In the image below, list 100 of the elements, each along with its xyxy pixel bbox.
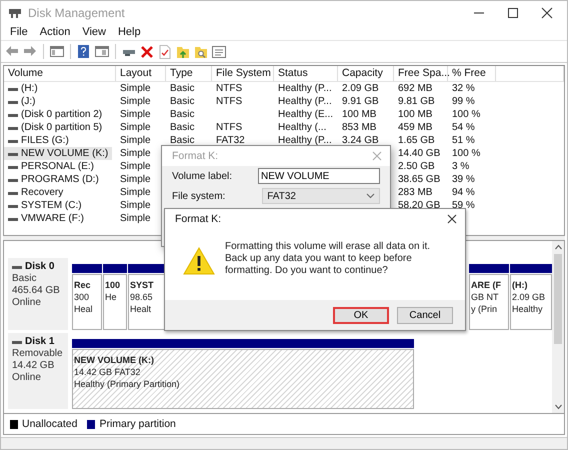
table-cell: 100 %: [452, 108, 480, 121]
partition-label: 14.42 GB FAT32: [74, 366, 140, 378]
table-cell: 54 %: [452, 121, 475, 134]
table-cell: 38.65 GB: [398, 173, 440, 186]
partition-label: y (Prin: [471, 303, 498, 315]
table-cell: 283 MB: [398, 186, 432, 199]
table-cell: 14.40 GB: [398, 147, 440, 160]
volume-name: VMWARE (F:): [21, 212, 84, 225]
table-cell: NTFS: [216, 82, 242, 95]
table-cell: Healthy (P...: [278, 95, 332, 108]
partition-label: Rec: [74, 279, 91, 291]
scrollbar[interactable]: [552, 241, 564, 413]
table-cell: 459 MB: [398, 121, 432, 134]
table-cell: Simple: [120, 134, 151, 147]
column-header[interactable]: File System: [212, 66, 274, 82]
close-icon[interactable]: [447, 214, 457, 224]
field-label: Volume label:: [172, 170, 234, 182]
window-pane-icon[interactable]: [94, 44, 110, 60]
disk-info-panel[interactable]: Disk 1 Removable 14.42 GB Online: [8, 333, 68, 409]
volume-name: PERSONAL (E:): [21, 160, 94, 173]
dialog-button[interactable]: Cancel: [397, 306, 453, 324]
table-cell: Simple: [120, 186, 151, 199]
column-header[interactable]: Free Spa...: [394, 66, 448, 82]
table-cell: Healthy (E...: [278, 108, 334, 121]
table-cell: Healthy (...: [278, 121, 326, 134]
table-cell: 3.24 GB: [342, 134, 379, 147]
volume-item[interactable]: PROGRAMS (D:): [4, 173, 116, 186]
volume-item[interactable]: (H:): [4, 82, 116, 95]
menu-item[interactable]: Action: [34, 26, 76, 38]
volume-item[interactable]: (Disk 0 partition 5): [4, 121, 116, 134]
table-cell: Basic: [170, 82, 194, 95]
delete-icon[interactable]: [139, 44, 155, 60]
column-header[interactable]: Layout: [116, 66, 166, 82]
disk-info-panel[interactable]: Disk 0 Basic 465.64 GB Online: [8, 258, 68, 330]
table-cell: Simple: [120, 173, 151, 186]
table-cell: 39 %: [452, 173, 475, 186]
menu-item[interactable]: View: [76, 26, 112, 38]
maximize-icon[interactable]: [507, 6, 519, 18]
table-cell: 692 MB: [398, 82, 432, 95]
partition-label: GB NT: [471, 291, 499, 303]
message-text: Formatting this volume will erase all data on it. Back up any data you want to keep before formatting. Do you want to continue?: [225, 241, 432, 277]
table-cell: Simple: [120, 199, 151, 212]
partition-block[interactable]: (H:) 2.09 GB Healthy: [510, 274, 552, 330]
scroll-thumb[interactable]: [554, 254, 562, 344]
dialog-title: Format K:: [172, 150, 218, 162]
partition-block[interactable]: ARE (F GB NT y (Prin: [469, 274, 509, 330]
volume-name: PROGRAMS (D:): [21, 173, 99, 186]
legend-label: Unallocated: [22, 418, 78, 430]
table-cell: 58.20 GB: [398, 199, 440, 212]
table-cell: Healthy (P...: [278, 134, 332, 147]
app-icon: [8, 6, 22, 18]
close-icon[interactable]: [541, 6, 553, 18]
table-cell: 51 %: [452, 134, 475, 147]
table-cell: 94 %: [452, 186, 475, 199]
list-window-icon[interactable]: [211, 44, 227, 60]
volume-name: (Disk 0 partition 5): [21, 121, 102, 134]
checked-page-icon[interactable]: [157, 44, 173, 60]
column-header[interactable]: % Free: [448, 66, 496, 82]
column-header[interactable]: Type: [166, 66, 212, 82]
volume-item[interactable]: PERSONAL (E:): [4, 160, 116, 173]
table-cell: Simple: [120, 95, 151, 108]
column-header[interactable]: Volume: [4, 66, 116, 82]
volume-item[interactable]: VMWARE (F:): [4, 212, 116, 225]
table-cell: Basic: [170, 121, 194, 134]
column-header[interactable]: Status: [274, 66, 338, 82]
disk-detail: Online: [12, 297, 42, 309]
menu-item[interactable]: File: [4, 26, 34, 38]
help-icon[interactable]: [76, 44, 92, 60]
volume-item[interactable]: Recovery: [4, 186, 116, 199]
table-cell: 99 %: [452, 95, 475, 108]
menu-item[interactable]: Help: [112, 26, 147, 38]
disk-detail: 14.42 GB: [12, 360, 56, 372]
disk-detail: Online: [12, 372, 42, 384]
volume-item[interactable]: NEW VOLUME (K:): [4, 147, 112, 160]
table-cell: FAT32: [216, 134, 245, 147]
volume-item[interactable]: FILES (G:): [4, 134, 116, 147]
partition-label: Heal: [74, 303, 93, 315]
volume-name: NEW VOLUME (K:): [21, 147, 108, 160]
warning-icon: [183, 247, 215, 275]
partition-label: (H:): [512, 279, 528, 291]
dialog-button[interactable]: OK: [333, 306, 389, 324]
window-pane-icon[interactable]: [49, 44, 65, 60]
table-cell: 2.50 GB: [398, 160, 435, 173]
volume-item[interactable]: SYSTEM (C:): [4, 199, 116, 212]
partition-block[interactable]: Rec 300 Heal: [72, 274, 102, 330]
partition-bar: [469, 264, 509, 273]
partition-block[interactable]: NEW VOLUME (K:) 14.42 GB FAT32 Healthy (Primary Partition): [72, 349, 414, 409]
table-cell: 3 %: [452, 160, 470, 173]
table-cell: Simple: [120, 82, 151, 95]
volume-item[interactable]: (Disk 0 partition 2): [4, 108, 116, 121]
volume-item[interactable]: (J:): [4, 95, 116, 108]
partition-label: 100: [105, 279, 120, 291]
column-header[interactable]: Capacity: [338, 66, 394, 82]
table-cell: Basic: [170, 95, 194, 108]
scroll-down-icon[interactable]: [554, 403, 562, 411]
partition-label: He: [105, 291, 117, 303]
partition-block[interactable]: 100 He: [103, 274, 127, 330]
table-cell: Simple: [120, 108, 151, 121]
scroll-up-icon[interactable]: [554, 243, 562, 251]
table-cell: Simple: [120, 160, 151, 173]
